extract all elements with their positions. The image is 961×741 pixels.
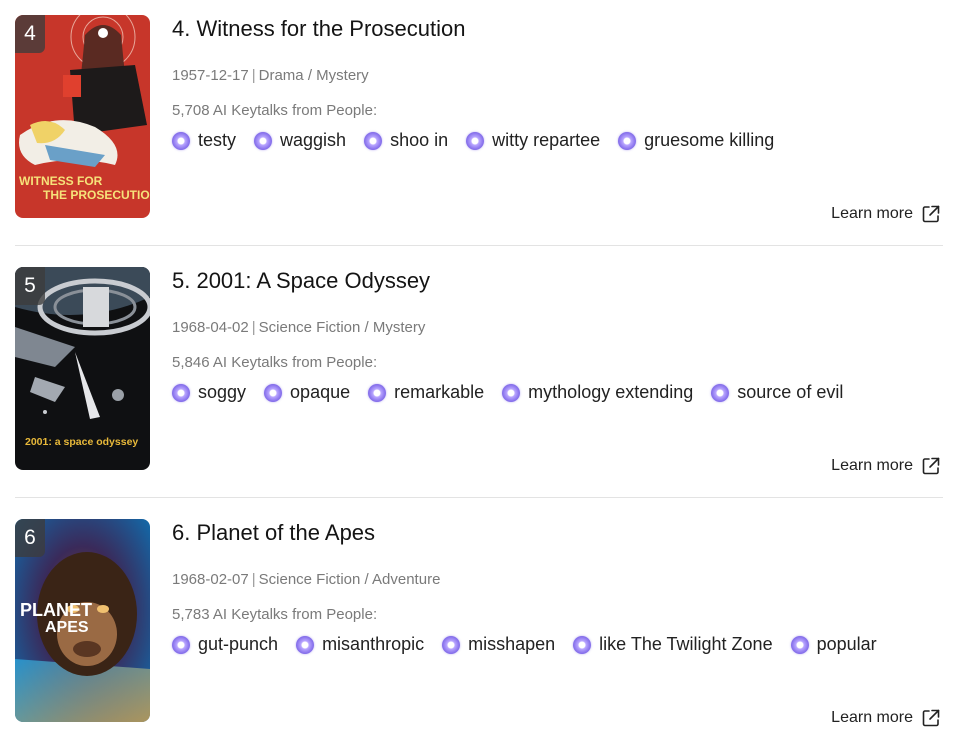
- keytalk-orb-icon: [466, 131, 485, 150]
- movie-list: WITNESS FOR THE PROSECUTION 4 4. Witness…: [0, 0, 961, 741]
- release-date: 1957-12-17: [172, 67, 249, 84]
- movie-title[interactable]: 4. Witness for the Prosecution: [172, 16, 465, 42]
- tag-label: gruesome killing: [644, 130, 775, 150]
- rank-badge: 6: [15, 519, 45, 557]
- meta-separator: |: [251, 319, 256, 336]
- keytalk-orb-icon: [172, 383, 190, 402]
- keytalk-tags: soggy opaque remarkable mythology extend…: [172, 382, 843, 403]
- keytalk-count: 5,783 AI Keytalks from People:: [172, 606, 378, 623]
- tag-label: soggy: [198, 382, 247, 402]
- movie-meta: 1968-02-07 | Science Fiction / Adventure: [172, 571, 440, 588]
- item-divider: [15, 497, 943, 498]
- tag-label: testy: [198, 130, 237, 150]
- tag-label: popular: [816, 634, 877, 654]
- tag-label: shoo in: [390, 130, 449, 150]
- keytalk-orb-icon: [172, 131, 190, 150]
- movie-meta: 1957-12-17 | Drama / Mystery: [172, 67, 369, 84]
- movie-card: PLANET APES 6 6. Planet of the Apes 1968…: [15, 519, 943, 739]
- meta-separator: |: [251, 571, 256, 588]
- keytalk-tag[interactable]: gruesome killing: [618, 130, 774, 151]
- tag-label: misshapen: [468, 634, 556, 654]
- keytalk-tags: gut-punch misanthropic misshapen like Th…: [172, 634, 877, 655]
- genres: Science Fiction / Adventure: [258, 571, 441, 588]
- keytalk-orb-icon: [573, 635, 592, 654]
- keytalk-orb-icon: [790, 635, 809, 654]
- rank-badge: 5: [15, 267, 45, 305]
- poster-title-line-1: PLANET: [20, 600, 92, 620]
- genres: Drama / Mystery: [258, 67, 369, 84]
- learn-more-link[interactable]: Learn more: [831, 456, 941, 476]
- keytalk-tag[interactable]: shoo in: [364, 130, 448, 151]
- item-divider: [15, 245, 943, 246]
- keytalk-tag[interactable]: misanthropic: [296, 634, 424, 655]
- genres: Science Fiction / Mystery: [258, 319, 426, 336]
- learn-more-label: Learn more: [831, 205, 913, 222]
- keytalk-orb-icon: [264, 383, 283, 402]
- keytalk-tag[interactable]: waggish: [254, 130, 346, 151]
- meta-separator: |: [251, 67, 256, 84]
- keytalk-orb-icon: [296, 635, 315, 654]
- tag-label: waggish: [280, 130, 347, 150]
- movie-poster[interactable]: PLANET APES 6: [15, 519, 150, 722]
- keytalk-orb-icon: [368, 383, 387, 402]
- tag-label: witty repartee: [492, 130, 601, 150]
- keytalk-tag[interactable]: opaque: [264, 382, 350, 403]
- keytalk-tag[interactable]: gut-punch: [172, 634, 278, 655]
- keytalk-tag[interactable]: like The Twilight Zone: [573, 634, 773, 655]
- tag-label: mythology extending: [528, 382, 694, 402]
- movie-poster[interactable]: WITNESS FOR THE PROSECUTION 4: [15, 15, 150, 218]
- keytalk-tag[interactable]: source of evil: [711, 382, 843, 403]
- poster-title-line-1: WITNESS FOR: [19, 174, 103, 188]
- external-link-icon: [922, 205, 940, 223]
- keytalk-orb-icon: [442, 635, 461, 654]
- movie-meta: 1968-04-02 | Science Fiction / Mystery: [172, 319, 425, 336]
- tag-label: misanthropic: [322, 634, 425, 654]
- tag-label: opaque: [290, 382, 351, 402]
- keytalk-tag[interactable]: popular: [790, 634, 877, 655]
- movie-title[interactable]: 5. 2001: A Space Odyssey: [172, 268, 430, 294]
- movie-card: WITNESS FOR THE PROSECUTION 4 4. Witness…: [15, 15, 943, 235]
- keytalk-count: 5,846 AI Keytalks from People:: [172, 354, 378, 371]
- keytalk-orb-icon: [172, 635, 190, 654]
- movie-card: 2001: a space odyssey 5 5. 2001: A Space…: [15, 267, 943, 487]
- release-date: 1968-04-02: [172, 319, 249, 336]
- keytalk-orb-icon: [618, 131, 637, 150]
- external-link-icon: [922, 709, 940, 727]
- keytalk-count: 5,708 AI Keytalks from People:: [172, 102, 378, 119]
- keytalk-orb-icon: [364, 131, 383, 150]
- keytalk-tag[interactable]: remarkable: [368, 382, 484, 403]
- learn-more-link[interactable]: Learn more: [831, 204, 941, 224]
- keytalk-tag[interactable]: witty repartee: [466, 130, 600, 151]
- learn-more-label: Learn more: [831, 457, 913, 474]
- rank-badge: 4: [15, 15, 45, 53]
- keytalk-tag[interactable]: mythology extending: [502, 382, 693, 403]
- poster-title-line-2: APES: [45, 619, 89, 636]
- keytalk-orb-icon: [502, 383, 521, 402]
- release-date: 1968-02-07: [172, 571, 249, 588]
- movie-title[interactable]: 6. Planet of the Apes: [172, 520, 375, 546]
- keytalk-orb-icon: [254, 131, 273, 150]
- tag-label: remarkable: [394, 382, 485, 402]
- tag-label: like The Twilight Zone: [599, 634, 773, 654]
- keytalk-tag[interactable]: misshapen: [442, 634, 555, 655]
- learn-more-link[interactable]: Learn more: [831, 708, 941, 728]
- keytalk-orb-icon: [711, 383, 730, 402]
- poster-title: 2001: a space odyssey: [25, 436, 138, 448]
- external-link-icon: [922, 457, 940, 475]
- tag-label: gut-punch: [198, 634, 279, 654]
- keytalk-tags: testy waggish shoo in witty repartee gru…: [172, 130, 774, 151]
- movie-poster[interactable]: 2001: a space odyssey 5: [15, 267, 150, 470]
- keytalk-tag[interactable]: soggy: [172, 382, 246, 403]
- tag-label: source of evil: [737, 382, 844, 402]
- keytalk-tag[interactable]: testy: [172, 130, 236, 151]
- learn-more-label: Learn more: [831, 709, 913, 726]
- poster-title-line-2: THE PROSECUTION: [43, 188, 150, 202]
